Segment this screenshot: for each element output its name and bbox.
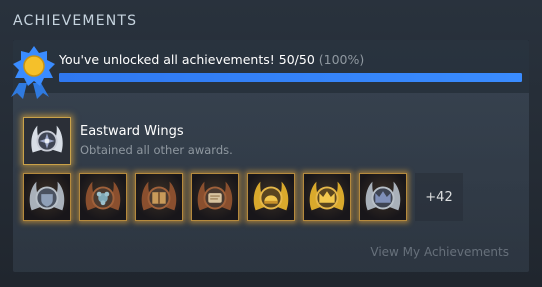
silver-shield-badge-icon[interactable]: [23, 173, 71, 221]
bronze-scroll-badge-icon[interactable]: [191, 173, 239, 221]
ribbon-medal-icon: [11, 46, 55, 99]
unlock-message: You've unlocked all achievements! 50/50 …: [59, 52, 364, 67]
view-achievements-link[interactable]: View My Achievements: [370, 245, 509, 259]
unlock-summary: You've unlocked all achievements! 50/50 …: [11, 40, 529, 99]
progress-fill: [59, 73, 522, 82]
featured-achievement-name: Eastward Wings: [80, 124, 184, 139]
section-title: ACHIEVEMENTS: [13, 13, 138, 29]
winged-emblem-icon[interactable]: [23, 117, 71, 165]
unlock-percent: (100%): [318, 52, 365, 67]
more-achievements-count[interactable]: +42: [415, 173, 463, 221]
achievements-panel: You've unlocked all achievements! 50/50 …: [11, 40, 529, 272]
gold-crown-badge-icon[interactable]: [303, 173, 351, 221]
bronze-flower-badge-icon[interactable]: [79, 173, 127, 221]
silver-crown-badge-icon[interactable]: [359, 173, 407, 221]
featured-achievement-description: Obtained all other awards.: [80, 143, 233, 157]
unlock-count-text: You've unlocked all achievements! 50/50: [59, 52, 315, 67]
gold-helmet-badge-icon[interactable]: [247, 173, 295, 221]
progress-bar: [59, 73, 522, 82]
bronze-book-badge-icon[interactable]: [135, 173, 183, 221]
